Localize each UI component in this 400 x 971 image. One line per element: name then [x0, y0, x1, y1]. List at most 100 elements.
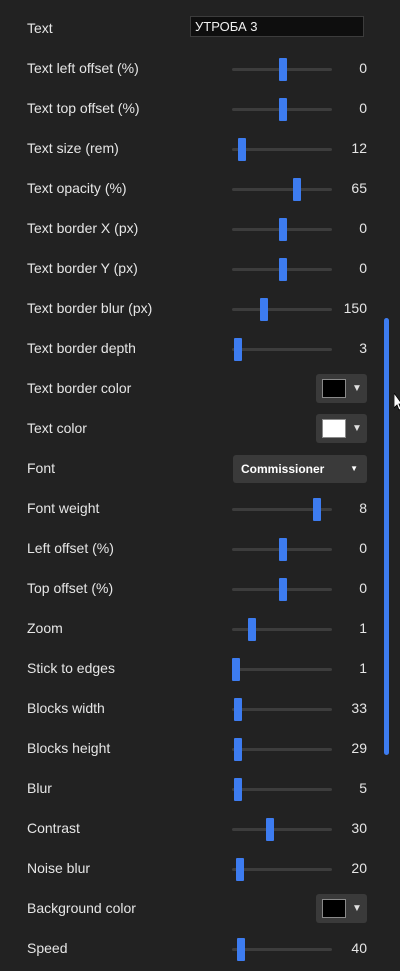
- caret-down-icon: ▼: [352, 423, 362, 434]
- blocks-height-label: Blocks height: [27, 740, 111, 756]
- noise-blur-value: 20: [351, 860, 367, 876]
- text-opacity-slider[interactable]: [232, 178, 332, 201]
- text-border-x-slider-thumb[interactable]: [279, 218, 287, 241]
- left-offset-slider-thumb[interactable]: [279, 538, 287, 561]
- blocks-height-value: 29: [351, 740, 367, 756]
- text-border-blur-row: Text border blur (px) 150: [0, 288, 380, 328]
- text-border-depth-label: Text border depth: [27, 340, 136, 356]
- blur-slider[interactable]: [232, 778, 332, 801]
- blocks-width-value: 33: [351, 700, 367, 716]
- text-left-offset-slider-thumb[interactable]: [279, 58, 287, 81]
- chevron-down-icon: ▼: [350, 464, 358, 473]
- speed-row: Speed 40: [0, 928, 380, 968]
- text-left-offset-label: Text left offset (%): [27, 60, 139, 76]
- text-border-y-label: Text border Y (px): [27, 260, 138, 276]
- caret-down-icon: ▼: [352, 383, 362, 394]
- text-opacity-slider-thumb[interactable]: [293, 178, 301, 201]
- text-size-slider[interactable]: [232, 138, 332, 161]
- text-border-blur-slider[interactable]: [232, 298, 332, 321]
- top-offset-value: 0: [359, 580, 367, 596]
- background-color-swatch: [322, 899, 346, 918]
- caret-down-icon: ▼: [352, 903, 362, 914]
- text-border-x-row: Text border X (px) 0: [0, 208, 380, 248]
- blur-label: Blur: [27, 780, 52, 796]
- background-color-picker[interactable]: ▼: [316, 894, 367, 923]
- text-label: Text: [27, 20, 53, 36]
- left-offset-label: Left offset (%): [27, 540, 114, 556]
- blur-row: Blur 5: [0, 768, 380, 808]
- top-offset-label: Top offset (%): [27, 580, 114, 596]
- text-size-slider-thumb[interactable]: [238, 138, 246, 161]
- text-border-depth-slider-thumb[interactable]: [234, 338, 242, 361]
- zoom-slider-thumb[interactable]: [248, 618, 256, 641]
- text-border-x-slider[interactable]: [232, 218, 332, 241]
- stick-to-edges-row: Stick to edges 1: [0, 648, 380, 688]
- text-border-x-label: Text border X (px): [27, 220, 139, 236]
- speed-value: 40: [351, 940, 367, 956]
- zoom-value: 1: [359, 620, 367, 636]
- mouse-cursor-icon: [394, 393, 400, 411]
- contrast-row: Contrast 30: [0, 808, 380, 848]
- font-select-value: Commissioner: [241, 462, 325, 476]
- top-offset-slider[interactable]: [232, 578, 332, 601]
- text-size-label: Text size (rem): [27, 140, 119, 156]
- text-opacity-value: 65: [351, 180, 367, 196]
- speed-slider[interactable]: [232, 938, 332, 961]
- background-color-row: Background color ▼: [0, 888, 380, 928]
- font-weight-row: Font weight 8: [0, 488, 380, 528]
- noise-blur-slider[interactable]: [232, 858, 332, 881]
- blur-slider-thumb[interactable]: [234, 778, 242, 801]
- blur-value: 5: [359, 780, 367, 796]
- zoom-slider[interactable]: [232, 618, 332, 641]
- text-border-x-value: 0: [359, 220, 367, 236]
- text-input[interactable]: [190, 16, 364, 37]
- font-row: Font Commissioner ▼: [0, 448, 380, 488]
- left-offset-row: Left offset (%) 0: [0, 528, 380, 568]
- text-row: Text: [0, 8, 380, 48]
- font-weight-slider-thumb[interactable]: [313, 498, 321, 521]
- blocks-width-slider-thumb[interactable]: [234, 698, 242, 721]
- left-offset-slider[interactable]: [232, 538, 332, 561]
- contrast-slider[interactable]: [232, 818, 332, 841]
- blocks-width-label: Blocks width: [27, 700, 105, 716]
- text-border-color-row: Text border color ▼: [0, 368, 380, 408]
- text-left-offset-slider[interactable]: [232, 58, 332, 81]
- text-top-offset-slider[interactable]: [232, 98, 332, 121]
- font-weight-slider[interactable]: [232, 498, 332, 521]
- text-border-depth-slider[interactable]: [232, 338, 332, 361]
- text-top-offset-slider-thumb[interactable]: [279, 98, 287, 121]
- text-border-y-slider[interactable]: [232, 258, 332, 281]
- text-border-y-slider-thumb[interactable]: [279, 258, 287, 281]
- noise-blur-label: Noise blur: [27, 860, 91, 876]
- stick-to-edges-slider[interactable]: [232, 658, 332, 681]
- font-select[interactable]: Commissioner ▼: [233, 455, 367, 483]
- text-opacity-row: Text opacity (%) 65: [0, 168, 380, 208]
- text-border-color-label: Text border color: [27, 380, 132, 396]
- blocks-height-slider[interactable]: [232, 738, 332, 761]
- blocks-width-slider[interactable]: [232, 698, 332, 721]
- text-border-color-picker[interactable]: ▼: [316, 374, 367, 403]
- text-border-blur-slider-thumb[interactable]: [260, 298, 268, 321]
- text-border-blur-value: 150: [343, 300, 367, 316]
- stick-to-edges-value: 1: [359, 660, 367, 676]
- contrast-slider-thumb[interactable]: [266, 818, 274, 841]
- speed-label: Speed: [27, 940, 68, 956]
- noise-blur-slider-thumb[interactable]: [236, 858, 244, 881]
- text-left-offset-row: Text left offset (%) 0: [0, 48, 380, 88]
- text-size-value: 12: [351, 140, 367, 156]
- text-color-picker[interactable]: ▼: [316, 414, 367, 443]
- blocks-height-slider-thumb[interactable]: [234, 738, 242, 761]
- text-border-depth-row: Text border depth 3: [0, 328, 380, 368]
- top-offset-slider-thumb[interactable]: [279, 578, 287, 601]
- stick-to-edges-slider-thumb[interactable]: [232, 658, 240, 681]
- noise-blur-row: Noise blur 20: [0, 848, 380, 888]
- text-left-offset-value: 0: [359, 60, 367, 76]
- font-weight-label: Font weight: [27, 500, 100, 516]
- left-offset-value: 0: [359, 540, 367, 556]
- text-color-row: Text color ▼: [0, 408, 380, 448]
- text-border-color-swatch: [322, 379, 346, 398]
- speed-slider-thumb[interactable]: [237, 938, 245, 961]
- scrollbar-thumb[interactable]: [384, 318, 389, 755]
- text-border-depth-value: 3: [359, 340, 367, 356]
- text-opacity-label: Text opacity (%): [27, 180, 127, 196]
